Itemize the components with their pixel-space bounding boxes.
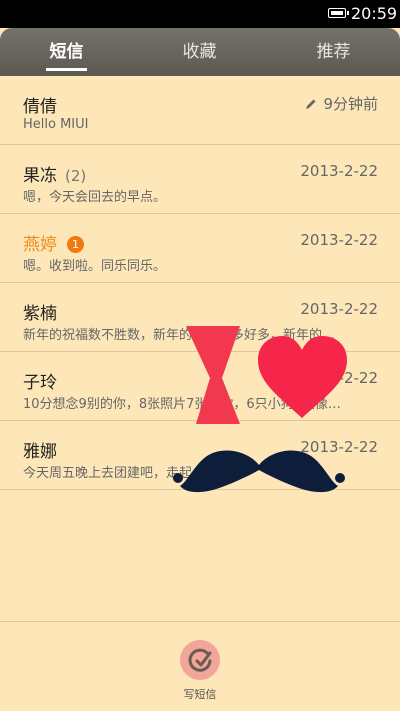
conversation-row[interactable]: 倩倩 9分钟前 Hello MIUI xyxy=(0,76,400,145)
message-preview: 今天周五晚上去团建吧，走起 xyxy=(23,466,193,481)
contact-name-text: 果冻 xyxy=(23,166,57,186)
active-tab-indicator xyxy=(46,68,87,71)
battery-icon xyxy=(328,8,349,18)
message-preview: 新年的祝福数不胜数，新年的愿望好多好多，新年的… xyxy=(23,328,336,343)
tab-recommended-label: 推荐 xyxy=(316,42,351,62)
tab-recommended[interactable]: 推荐 xyxy=(267,28,400,76)
message-time: 2013-2-22 xyxy=(300,231,378,249)
tab-bar: 短信 收藏 推荐 xyxy=(0,28,400,76)
message-time: 2013-2-22 xyxy=(300,369,378,387)
message-time: 9分钟前 xyxy=(305,93,378,114)
status-bar: 20:59 xyxy=(0,0,400,28)
contact-name: 子玲 xyxy=(23,373,57,393)
message-time: 2013-2-22 xyxy=(300,300,378,318)
contact-name-text: 燕婷 xyxy=(23,235,57,255)
message-preview: 嗯。收到啦。同乐同乐。 xyxy=(23,259,167,274)
conversation-row[interactable]: 子玲 2013-2-22 10分想念9别的你，8张照片7张是你，6只小狗5只像… xyxy=(0,352,400,421)
unread-badge: 1 xyxy=(67,236,84,253)
message-preview: Hello MIUI xyxy=(23,117,89,132)
tab-messages[interactable]: 短信 xyxy=(0,28,133,76)
message-time: 2013-2-22 xyxy=(300,162,378,180)
contact-name: 紫楠 xyxy=(23,304,57,324)
contact-name: 雅娜 xyxy=(23,442,57,462)
bottom-toolbar: 写短信 xyxy=(0,621,400,711)
conversation-row[interactable]: 紫楠 2013-2-22 新年的祝福数不胜数，新年的愿望好多好多，新年的… xyxy=(0,283,400,352)
message-time-text: 9分钟前 xyxy=(323,95,378,113)
status-clock: 20:59 xyxy=(351,4,398,23)
compose-button[interactable] xyxy=(180,640,220,680)
compose-label[interactable]: 写短信 xyxy=(0,686,400,702)
tab-favorites-label: 收藏 xyxy=(182,42,217,62)
contact-name: 倩倩 xyxy=(23,97,57,117)
draft-pencil-icon xyxy=(306,99,316,109)
message-preview: 10分想念9别的你，8张照片7张是你，6只小狗5只像… xyxy=(23,397,341,412)
contact-name: 果冻 (2) xyxy=(23,161,86,186)
tab-favorites[interactable]: 收藏 xyxy=(133,28,266,76)
conversation-row[interactable]: 燕婷 1 2013-2-22 嗯。收到啦。同乐同乐。 xyxy=(0,214,400,283)
message-count: (2) xyxy=(65,167,87,185)
tab-messages-label: 短信 xyxy=(49,42,84,62)
message-time: 2013-2-22 xyxy=(300,438,378,456)
compose-icon xyxy=(188,648,212,672)
conversation-row[interactable]: 雅娜 2013-2-22 今天周五晚上去团建吧，走起 xyxy=(0,421,400,490)
message-preview: 嗯，今天会回去的早点。 xyxy=(23,190,167,205)
conversation-row[interactable]: 果冻 (2) 2013-2-22 嗯，今天会回去的早点。 xyxy=(0,145,400,214)
contact-name: 燕婷 1 xyxy=(23,230,84,255)
